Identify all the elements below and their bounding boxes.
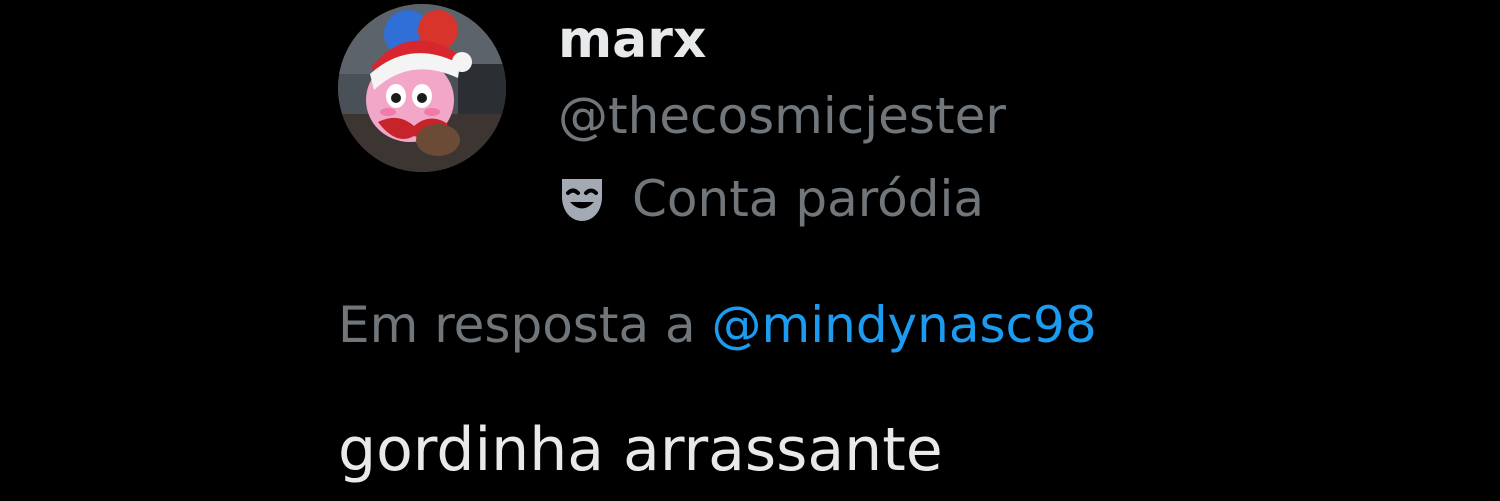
theater-mask-icon	[562, 179, 602, 221]
parody-label-text: Conta paródia	[632, 170, 985, 228]
tweet-text: gordinha arrassante	[338, 415, 943, 485]
avatar[interactable]	[338, 4, 506, 172]
pink-plush-avatar-icon	[338, 4, 506, 172]
reply-context-prefix: Em resposta a	[338, 296, 696, 354]
parody-account-label: Conta paródia	[556, 166, 984, 232]
tweet[interactable]: marx @thecosmicjester Conta paródia Em r…	[0, 0, 1500, 501]
author-handle[interactable]: @thecosmicjester	[558, 84, 1006, 148]
author-display-name[interactable]: marx	[558, 8, 706, 72]
reply-mention-link[interactable]: @mindynasc98	[712, 296, 1097, 354]
reply-context: Em resposta a @mindynasc98	[338, 292, 1097, 358]
